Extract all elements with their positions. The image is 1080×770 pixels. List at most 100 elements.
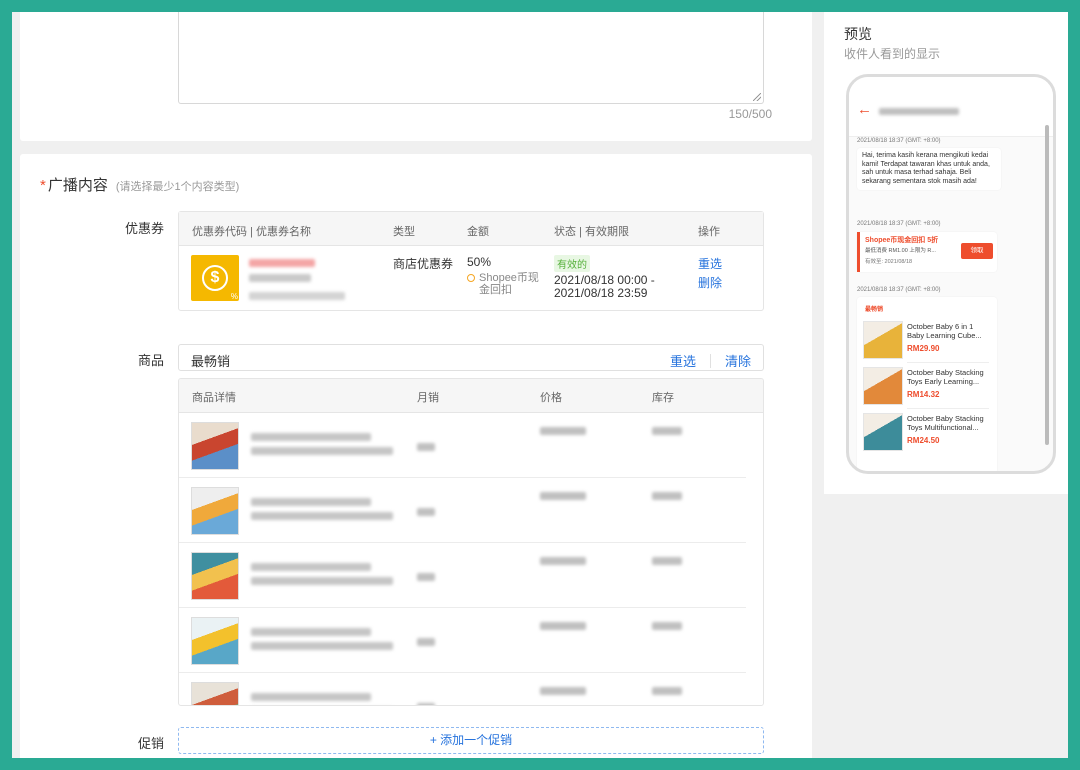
- back-arrow-icon: ←: [857, 101, 872, 118]
- table-scrollbar[interactable]: [746, 413, 763, 705]
- add-promotion-button[interactable]: + 添加一个促销: [178, 727, 764, 754]
- product-name-blurred: [251, 512, 393, 520]
- voucher-type: 商店优惠券: [393, 257, 454, 271]
- voucher-amount-note-text: Shopee币现金回扣: [479, 272, 539, 296]
- voucher-label: 优惠券: [124, 221, 164, 236]
- stock-blurred: [652, 557, 682, 565]
- voucher-reselect-link[interactable]: 重选: [698, 255, 722, 274]
- dollar-coin-icon: $: [202, 265, 228, 291]
- preview-message: Hai, terima kasih kerana mengikuti kedai…: [857, 148, 1001, 190]
- stock-blurred: [652, 427, 682, 435]
- header-product-details: 商品详情: [192, 392, 236, 404]
- voucher-row: $ % 商店优惠券 50% Shopee币现金回扣 有效的 2021/08/18…: [179, 246, 763, 310]
- preview-panel: 预览 收件人看到的显示 ← 2021/08/18 18:37 (GMT: +8:…: [824, 12, 1068, 494]
- phone-mockup: ← 2021/08/18 18:37 (GMT: +8:00) Hai, ter…: [846, 74, 1056, 474]
- stock-blurred: [652, 687, 682, 695]
- product-name-blurred: [251, 563, 371, 571]
- voucher-period: 2021/08/18 00:00 - 2021/08/18 23:59: [554, 274, 655, 300]
- product-thumbnail: [191, 682, 239, 705]
- voucher-code-blurred: [249, 259, 315, 267]
- voucher-table: 优惠券代码 | 优惠券名称 类型 金额 状态 | 有效期限 操作 $ % 商店优…: [178, 211, 764, 311]
- product-name-blurred: [251, 642, 393, 650]
- phone-scrollbar: [1045, 125, 1049, 445]
- message-textarea[interactable]: [178, 12, 764, 104]
- status-badge: 有效的: [554, 255, 590, 272]
- voucher-delete-link[interactable]: 删除: [698, 274, 722, 293]
- best-seller-tag: 最畅销: [865, 307, 884, 313]
- header-type: 类型: [393, 226, 415, 238]
- shop-name-blurred: [879, 108, 959, 115]
- preview-product-thumbnail: [863, 321, 903, 359]
- products-timestamp: 2021/08/18 18:37 (GMT: +8:00): [857, 287, 941, 293]
- msg-timestamp: 2021/08/18 18:37 (GMT: +8:00): [857, 138, 941, 144]
- voucher-table-header: 优惠券代码 | 优惠券名称 类型 金额 状态 | 有效期限 操作: [179, 212, 763, 246]
- table-row: [179, 543, 746, 608]
- preview-subtitle: 收件人看到的显示: [844, 47, 941, 61]
- period-end: 2021/08/18 23:59: [554, 286, 648, 300]
- preview-voucher-card: Shopee币现金回扣 5折 最低消费 RM1.00 上限为 R... 有效至:…: [857, 232, 997, 272]
- product-thumbnail: [191, 422, 239, 470]
- table-row: [179, 673, 746, 705]
- header-monthly-sales: 月销: [417, 392, 439, 404]
- voucher-amount-note: Shopee币现金回扣: [467, 272, 539, 296]
- preview-products-card: 最畅销 October Baby 6 in 1 Baby Learning Cu…: [857, 297, 997, 471]
- sales-blurred: [417, 638, 435, 646]
- voucher-name-blurred: [249, 274, 311, 282]
- product-thumbnail: [191, 487, 239, 535]
- voucher-actions: 重选 删除: [698, 255, 722, 293]
- voucher-edge: [857, 232, 860, 272]
- product-thumbnail: [191, 617, 239, 665]
- preview-product-name: October Baby Stacking Toys Early Learnin…: [907, 368, 984, 386]
- product-name-blurred: [251, 498, 371, 506]
- percent-icon: %: [230, 292, 238, 301]
- product-select[interactable]: 最畅销 重选 清除: [178, 344, 764, 371]
- header-status: 状态 | 有效期限: [554, 226, 629, 238]
- products-label: 商品: [137, 353, 164, 368]
- chat-header: ←: [849, 77, 1053, 137]
- product-name-blurred: [251, 433, 371, 441]
- preview-product-item: October Baby 6 in 1 Baby Learning Cube..…: [863, 317, 989, 363]
- preview-product-name: October Baby 6 in 1 Baby Learning Cube..…: [907, 322, 982, 340]
- sales-blurred: [417, 508, 435, 516]
- preview-product-price: RM14.32: [907, 390, 940, 399]
- preview-product-item: October Baby Stacking Toys Multifunction…: [863, 409, 989, 455]
- product-thumbnail: [191, 552, 239, 600]
- product-name-blurred: [251, 628, 371, 636]
- header-action: 操作: [698, 226, 720, 238]
- voucher-image: $ %: [191, 255, 239, 301]
- price-blurred: [540, 687, 586, 695]
- voucher-timestamp: 2021/08/18 18:37 (GMT: +8:00): [857, 221, 941, 227]
- section-title-text: 广播内容: [47, 177, 108, 194]
- price-blurred: [540, 622, 586, 630]
- price-blurred: [540, 427, 586, 435]
- voucher-amount: 50%: [467, 255, 492, 269]
- header-amount: 金额: [467, 226, 489, 238]
- resize-handle-icon[interactable]: [753, 93, 761, 101]
- stock-blurred: [652, 622, 682, 630]
- price-blurred: [540, 557, 586, 565]
- screenshot-frame: 150/500 * 广播内容 (请选择最少1个内容类型) 优惠券 优惠券代码 | …: [12, 12, 1068, 758]
- preview-product-thumbnail: [863, 367, 903, 405]
- header-stock: 库存: [652, 392, 674, 404]
- product-select-value: 最畅销: [191, 354, 231, 369]
- product-table[interactable]: 商品详情 月销 价格 库存: [178, 378, 764, 706]
- message-card: 150/500: [20, 12, 812, 141]
- preview-product-price: RM29.90: [907, 344, 940, 353]
- price-blurred: [540, 492, 586, 500]
- preview-voucher-line: 最低消费 RM1.00 上限为 R...: [865, 248, 936, 254]
- sales-blurred: [417, 573, 435, 581]
- preview-voucher-valid: 有效至: 2021/08/18: [865, 259, 913, 265]
- preview-product-price: RM24.50: [907, 436, 940, 445]
- broadcast-content-card: * 广播内容 (请选择最少1个内容类型) 优惠券 优惠券代码 | 优惠券名称 类型…: [20, 154, 812, 758]
- preview-product-thumbnail: [863, 413, 903, 451]
- preview-product-name: October Baby Stacking Toys Multifunction…: [907, 414, 984, 432]
- char-count: 150/500: [728, 107, 772, 121]
- preview-claim-button: 领取: [961, 243, 993, 259]
- product-reselect-link[interactable]: 重选: [670, 351, 696, 370]
- product-name-blurred: [251, 693, 371, 701]
- promotion-label: 促销: [137, 736, 164, 751]
- product-clear-link[interactable]: 清除: [725, 351, 751, 370]
- product-name-blurred: [251, 577, 393, 585]
- table-row: [179, 478, 746, 543]
- header-price: 价格: [540, 392, 562, 404]
